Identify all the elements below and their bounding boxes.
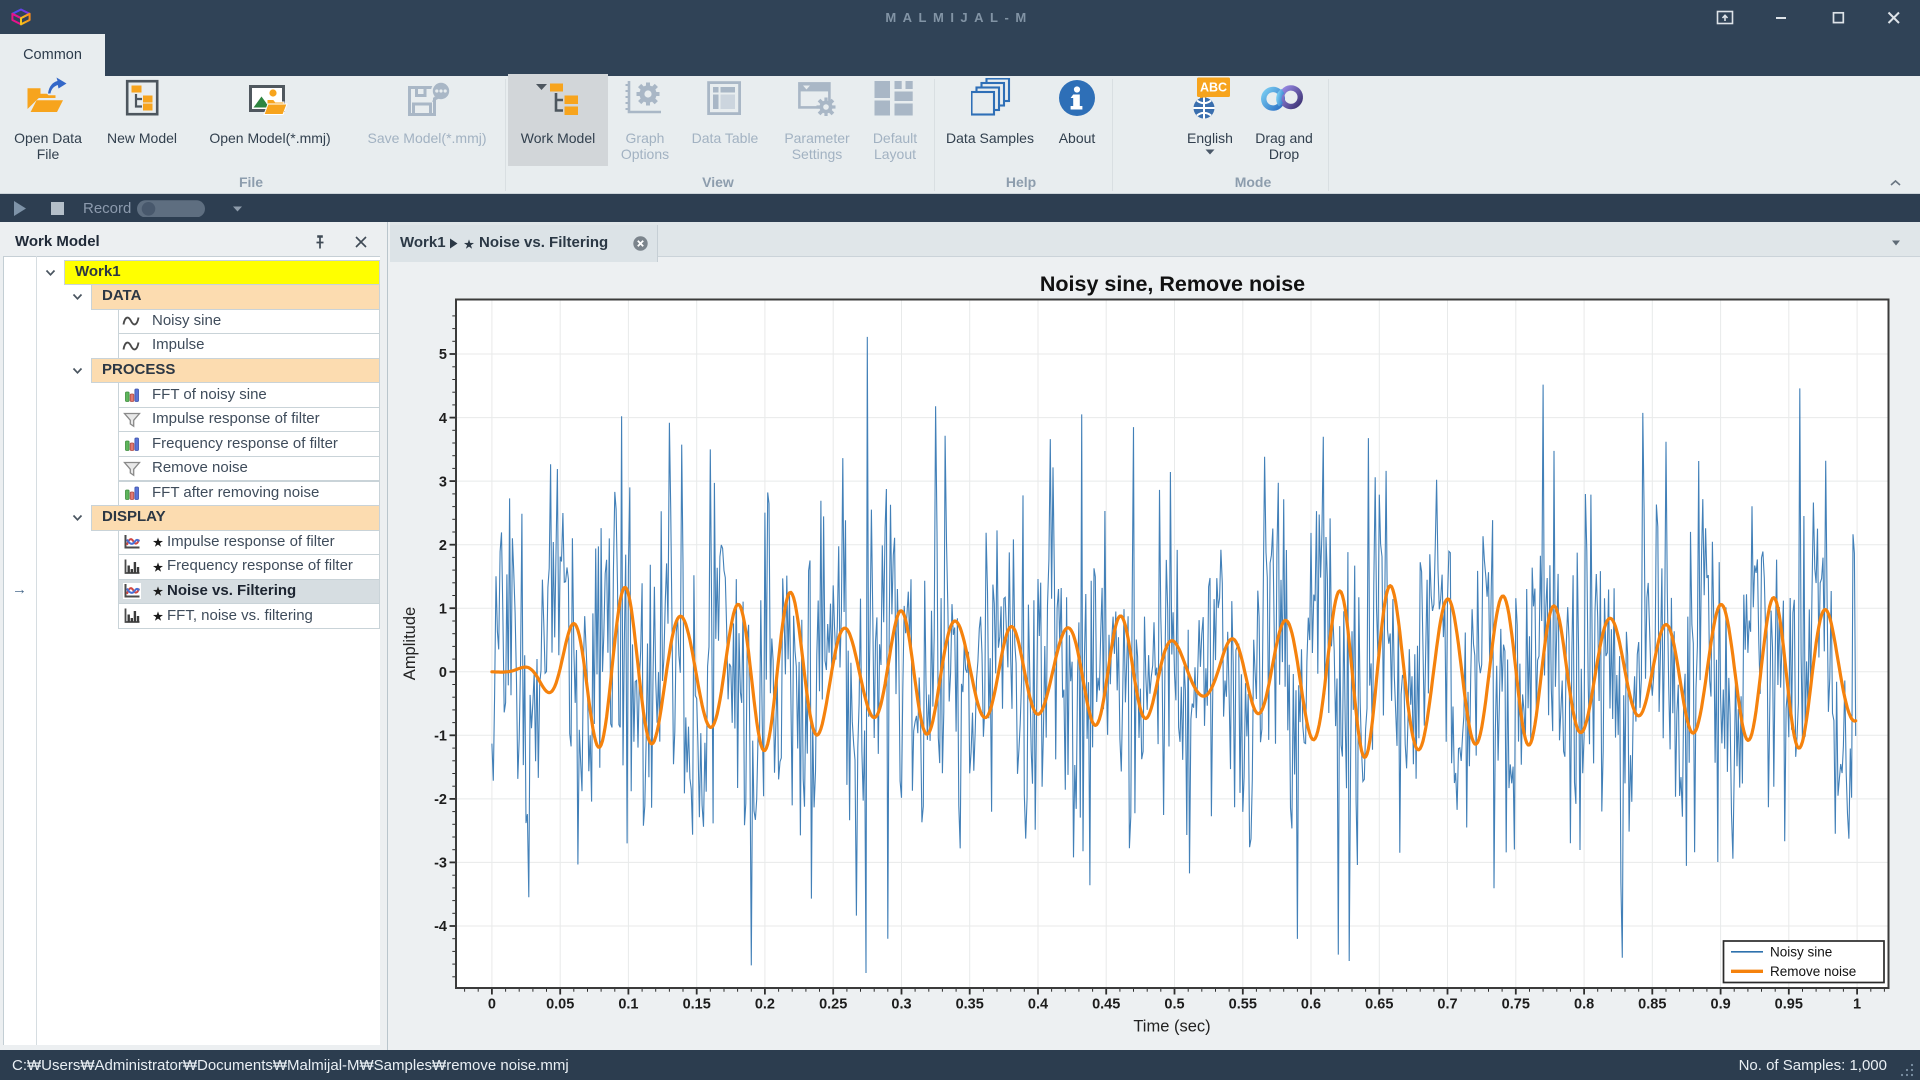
svg-text:Remove noise: Remove noise [1770, 964, 1856, 979]
svg-text:0.9: 0.9 [1711, 997, 1731, 1013]
svg-text:0: 0 [488, 997, 496, 1013]
svg-text:0.8: 0.8 [1574, 997, 1594, 1013]
svg-text:1: 1 [439, 602, 447, 618]
svg-text:0.75: 0.75 [1502, 997, 1530, 1013]
svg-text:0.2: 0.2 [755, 997, 775, 1013]
svg-text:3: 3 [439, 474, 447, 490]
svg-text:-4: -4 [434, 919, 447, 935]
svg-text:0.05: 0.05 [546, 997, 574, 1013]
svg-text:-2: -2 [434, 792, 447, 808]
svg-text:0.5: 0.5 [1164, 997, 1184, 1013]
svg-text:-3: -3 [434, 856, 447, 872]
svg-text:0.55: 0.55 [1229, 997, 1257, 1013]
svg-text:1: 1 [1853, 997, 1861, 1013]
svg-text:Noisy sine, Remove noise: Noisy sine, Remove noise [1040, 272, 1305, 296]
svg-text:0.65: 0.65 [1365, 997, 1393, 1013]
svg-text:0.15: 0.15 [683, 997, 711, 1013]
svg-text:0.45: 0.45 [1092, 997, 1120, 1013]
svg-text:0.25: 0.25 [819, 997, 847, 1013]
svg-text:-1: -1 [434, 729, 447, 745]
svg-text:0.3: 0.3 [891, 997, 911, 1013]
svg-text:Time (sec): Time (sec) [1133, 1018, 1210, 1036]
svg-text:5: 5 [439, 347, 447, 363]
svg-text:Amplitude: Amplitude [401, 607, 419, 680]
svg-text:0.35: 0.35 [956, 997, 984, 1013]
svg-text:4: 4 [439, 411, 447, 427]
svg-text:0.6: 0.6 [1301, 997, 1321, 1013]
svg-text:0.4: 0.4 [1028, 997, 1048, 1013]
svg-text:0.7: 0.7 [1437, 997, 1457, 1013]
svg-text:0.95: 0.95 [1775, 997, 1803, 1013]
svg-text:0.85: 0.85 [1638, 997, 1666, 1013]
svg-text:0.1: 0.1 [618, 997, 638, 1013]
svg-text:0: 0 [439, 665, 447, 681]
svg-text:2: 2 [439, 538, 447, 554]
svg-text:Noisy sine: Noisy sine [1770, 945, 1832, 960]
